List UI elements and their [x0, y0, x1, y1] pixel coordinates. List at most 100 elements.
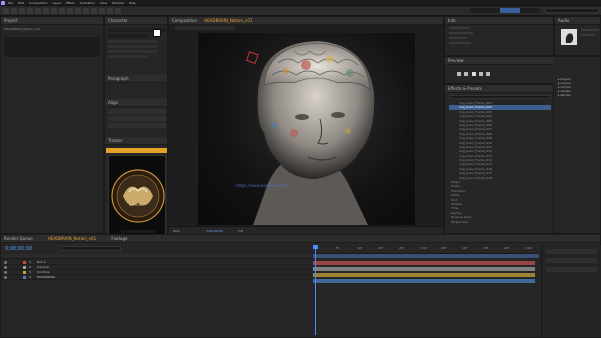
pen-tool-icon[interactable] [67, 8, 73, 14]
project-comp-name[interactable]: HEADBRAIN_Notion_v01 [1, 27, 103, 31]
menu-animation[interactable]: Animation [80, 1, 95, 5]
visibility-eye-icon[interactable] [4, 266, 7, 269]
info-tab[interactable]: Info [445, 17, 553, 25]
visibility-eye-icon[interactable] [4, 276, 7, 279]
orbit-tool-icon[interactable] [35, 8, 41, 14]
layer-duration-bar[interactable] [313, 273, 535, 277]
toolbar [0, 6, 601, 16]
align-tab[interactable]: Align [105, 99, 167, 107]
side-list: ▸ Project ▸ Layers ▸ Comps ▸ Assets ▸ Re… [558, 77, 572, 97]
render-queue-tab[interactable]: Render Queue [4, 236, 33, 241]
menu-layer[interactable]: Layer [53, 1, 61, 5]
tracking-field[interactable] [108, 50, 158, 53]
timeline-tabs: Render Queue HEADBRAIN_Notion_v01 Footag… [1, 235, 600, 243]
font-size-field[interactable] [108, 40, 158, 43]
comp-breadcrumb[interactable] [175, 26, 235, 30]
ruler-tick-label: 15f [483, 246, 488, 250]
dolly-tool-icon[interactable] [51, 8, 57, 14]
project-tab[interactable]: Project [1, 17, 103, 25]
prev-frame-icon[interactable] [464, 72, 469, 76]
menu-view[interactable]: View [100, 1, 107, 5]
thumbnail-caption: NOTION [129, 203, 143, 207]
timeline-search-input[interactable] [61, 246, 121, 251]
layer-label-color[interactable] [23, 261, 26, 264]
leading-field[interactable] [108, 45, 158, 48]
effect-controls-panel: Character Paragraph Align Tracker NOTION [104, 16, 168, 239]
last-frame-icon[interactable] [486, 72, 491, 76]
playhead-handle[interactable] [313, 245, 318, 249]
stroke-field[interactable] [108, 55, 148, 58]
footage-tab[interactable]: Footage [111, 236, 127, 241]
layer-label-color[interactable] [23, 266, 26, 269]
search-help-input[interactable] [545, 8, 599, 13]
visibility-eye-icon[interactable] [4, 271, 7, 274]
resolution-dropdown[interactable]: Full [238, 229, 243, 233]
menu-file[interactable]: File [8, 1, 13, 5]
project-panel: Project HEADBRAIN_Notion_v01 [0, 16, 104, 234]
effects-presets-tab[interactable]: Effects & Presets [445, 85, 553, 93]
comp-tab-name[interactable]: HEADBRAIN_Notion_v01 [204, 18, 252, 23]
eraser-tool-icon[interactable] [99, 8, 105, 14]
font-style-field[interactable] [108, 34, 148, 38]
ruler-tick-label: 20f [504, 246, 509, 250]
timeline-layer-row[interactable]: 4 HEADBRAIN [1, 275, 311, 280]
menu-effect[interactable]: Effect [66, 1, 75, 5]
play-icon[interactable] [471, 72, 476, 76]
paragraph-tab[interactable]: Paragraph [105, 75, 167, 83]
pan-tool-icon[interactable] [43, 8, 49, 14]
menu-composition[interactable]: Composition [29, 1, 48, 5]
project-thumbnail-area [4, 37, 100, 57]
hand-tool-icon[interactable] [19, 8, 25, 14]
effects-list-item[interactable]: Perspective [449, 220, 551, 224]
time-ruler[interactable]: 05f10f15f20f1:0005f10f15f20f2:00 [313, 245, 539, 254]
brush-tool-icon[interactable] [83, 8, 89, 14]
effect-controls-tab[interactable]: Character [105, 17, 167, 25]
app-icon [1, 1, 5, 5]
menu-window[interactable]: Window [112, 1, 124, 5]
clone-tool-icon[interactable] [91, 8, 97, 14]
zoom-dropdown[interactable]: 50% [173, 229, 180, 233]
head-render [245, 41, 375, 225]
type-tool-icon[interactable] [75, 8, 81, 14]
menu-edit[interactable]: Edit [18, 1, 24, 5]
viewer-timecode[interactable]: 0;00;00;00 [207, 229, 223, 233]
audio-tab[interactable]: Audio [555, 17, 600, 25]
effects-search-input[interactable] [449, 95, 551, 99]
preview-controls [457, 71, 492, 76]
ruler-tick-label: 2:00 [525, 246, 532, 250]
composition-panel: Composition HEADBRAIN_Notion_v01 https:/… [168, 16, 444, 234]
comp-canvas[interactable]: https://www.aeeeeee.com [198, 33, 415, 225]
audio-meter-thumb [561, 29, 577, 45]
work-area-bar[interactable] [313, 254, 539, 258]
zoom-tool-icon[interactable] [27, 8, 33, 14]
layer-duration-bar[interactable] [313, 261, 535, 265]
menu-help[interactable]: Help [129, 1, 136, 5]
composition-tab[interactable]: Composition HEADBRAIN_Notion_v01 [169, 17, 443, 25]
timeline-comp-tab[interactable]: HEADBRAIN_Notion_v01 [48, 236, 96, 241]
layer-duration-bar[interactable] [313, 267, 535, 271]
rect-mask-tool-icon[interactable] [59, 8, 65, 14]
layer-label-color[interactable] [23, 276, 26, 279]
first-frame-icon[interactable] [457, 72, 461, 76]
layer-label-color[interactable] [23, 271, 26, 274]
layer-name[interactable]: HEADBRAIN [37, 275, 55, 280]
tracker-tab[interactable]: Tracker [105, 137, 167, 145]
home-tool-icon[interactable] [3, 8, 9, 14]
ruler-tick-label: 10f [357, 246, 362, 250]
align-buttons [108, 109, 166, 131]
info-readout [449, 27, 489, 47]
puppet-tool-icon[interactable] [115, 8, 121, 14]
selection-tool-icon[interactable] [11, 8, 17, 14]
fill-color-swatch[interactable] [153, 29, 161, 37]
workspace-selector[interactable] [470, 8, 540, 13]
timeline-timecode[interactable]: 0;00;00;00 [5, 246, 32, 252]
visibility-eye-icon[interactable] [4, 261, 7, 264]
audio-panel: Audio [554, 16, 601, 56]
playhead[interactable] [315, 245, 316, 335]
layer-duration-bar[interactable] [313, 279, 535, 283]
right-side-panel: ▸ Project ▸ Layers ▸ Comps ▸ Assets ▸ Re… [554, 56, 601, 234]
next-frame-icon[interactable] [478, 72, 483, 76]
timeline-panel: Render Queue HEADBRAIN_Notion_v01 Footag… [0, 234, 601, 338]
roto-tool-icon[interactable] [107, 8, 113, 14]
ruler-tick-label: 05f [441, 246, 446, 250]
